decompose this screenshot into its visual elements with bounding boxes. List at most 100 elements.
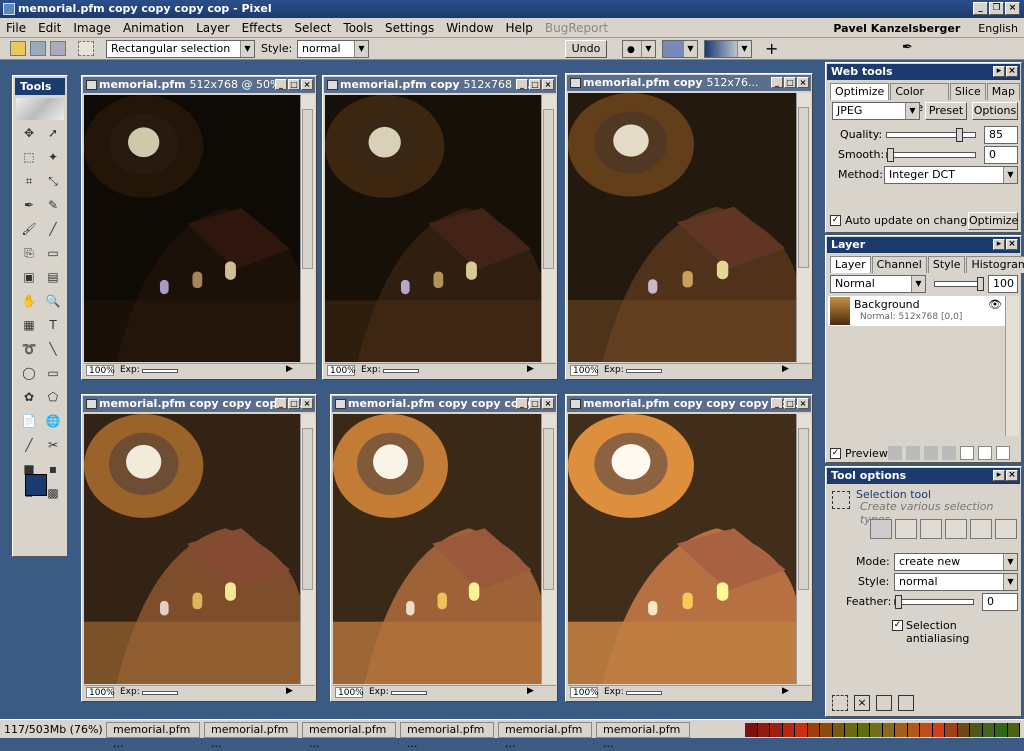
row-select-icon[interactable]	[920, 519, 942, 539]
color-palette[interactable]	[745, 723, 1020, 737]
panel-close-button[interactable]: ×	[1006, 239, 1018, 250]
menu-settings[interactable]: Settings	[379, 21, 440, 35]
opacity-input[interactable]: 100	[988, 275, 1018, 293]
quality-slider[interactable]	[886, 128, 976, 142]
document-window[interactable]: memorial.pfm copy copy copy 5... _ □ ×	[81, 394, 317, 702]
print-icon[interactable]	[50, 41, 66, 56]
scroll-thumb[interactable]	[798, 107, 809, 268]
crop-icon[interactable]: ⌗	[18, 170, 40, 192]
options-button[interactable]: Options	[972, 102, 1018, 120]
scroll-thumb[interactable]	[302, 109, 313, 269]
layer-scrollbar[interactable]	[1005, 296, 1019, 436]
crosshair-icon[interactable]: +	[765, 39, 778, 58]
zoom-field[interactable]: 100%	[86, 365, 115, 376]
close-button[interactable]: ×	[797, 77, 809, 88]
palette-swatch[interactable]	[957, 723, 970, 737]
style-select[interactable]: normal ▼	[894, 573, 1018, 591]
maximize-button[interactable]: □	[529, 79, 541, 90]
minimize-button[interactable]: _	[516, 79, 528, 90]
document-window[interactable]: memorial.pfm 512x768 @ 50% (... _ □ × 10…	[81, 75, 317, 380]
invert-selection-icon[interactable]	[876, 695, 892, 711]
tab-optimize[interactable]: Optimize	[830, 83, 890, 100]
brush-select[interactable]: ● ▼	[622, 40, 656, 58]
bucket-icon[interactable]: ▣	[18, 266, 40, 288]
document-window[interactable]: memorial.pfm copy 512x768 @... _ □ × 100…	[322, 75, 558, 380]
palette-swatch[interactable]	[807, 723, 820, 737]
document-canvas[interactable]	[325, 95, 542, 362]
menu-help[interactable]: Help	[500, 21, 539, 35]
document-canvas[interactable]	[568, 414, 797, 684]
transform-selection-icon[interactable]	[898, 695, 914, 711]
zoom-icon[interactable]: 🔍	[42, 290, 64, 312]
close-button[interactable]: ×	[301, 79, 313, 90]
line-icon[interactable]: ╱	[42, 218, 64, 240]
palette-swatch[interactable]	[932, 723, 945, 737]
tab-slice[interactable]: Slice	[949, 83, 986, 100]
exposure-slider[interactable]	[391, 691, 427, 695]
palette-swatch[interactable]	[757, 723, 770, 737]
taskbar-item[interactable]: memorial.pfm ...	[302, 722, 396, 750]
selection-icon[interactable]	[78, 41, 94, 56]
palette-swatch[interactable]	[857, 723, 870, 737]
clone-icon[interactable]: ⎘	[18, 242, 40, 264]
close-button[interactable]: ×	[542, 398, 554, 409]
polygon-select-icon[interactable]	[995, 519, 1017, 539]
feather-input[interactable]: 0	[982, 593, 1018, 611]
tab-style[interactable]: Style	[927, 256, 966, 273]
tab-histogram[interactable]: Histogram	[966, 256, 1024, 273]
foreground-color-swatch[interactable]	[25, 474, 47, 496]
scroll-right-icon[interactable]: ▶	[527, 364, 534, 374]
method-select[interactable]: Integer DCT ▼	[884, 166, 1018, 184]
document-canvas[interactable]	[84, 414, 301, 684]
maximize-button[interactable]: ❐	[989, 2, 1004, 15]
eyedropper-icon[interactable]: ✒	[18, 194, 40, 216]
minimize-button[interactable]: _	[516, 398, 528, 409]
undo-button[interactable]: Undo	[565, 40, 607, 58]
optimize-button[interactable]: Optimize	[968, 212, 1018, 230]
palette-swatch[interactable]	[920, 723, 933, 737]
menu-image[interactable]: Image	[67, 21, 117, 35]
panel-menu-button[interactable]: ▸	[993, 66, 1005, 77]
scroll-right-icon[interactable]: ▶	[286, 364, 293, 374]
open-icon[interactable]	[10, 41, 26, 56]
opacity-slider[interactable]	[934, 277, 984, 291]
tab-color-table[interactable]: Color table	[890, 83, 949, 114]
smooth-input[interactable]: 0	[984, 146, 1018, 164]
panel-menu-button[interactable]: ▸	[993, 470, 1005, 481]
smudge-icon[interactable]: ✂	[42, 434, 64, 456]
auto-update-checkbox[interactable]: ✓	[830, 215, 841, 226]
tab-channel[interactable]: Channel	[871, 256, 927, 273]
rect-select-icon[interactable]: ⬚	[18, 146, 40, 168]
taskbar-item[interactable]: memorial.pfm ...	[596, 722, 690, 750]
exposure-slider[interactable]	[142, 691, 178, 695]
blend-mode-select[interactable]: Normal ▼	[830, 275, 926, 293]
select-all-icon[interactable]	[832, 695, 848, 711]
new-layer-icon[interactable]	[960, 446, 974, 460]
save-icon[interactable]	[30, 41, 46, 56]
deselect-icon[interactable]: ×	[854, 695, 870, 711]
scroll-thumb[interactable]	[543, 109, 554, 269]
zoom-field[interactable]: 100%	[570, 365, 599, 376]
opacity-slider-knob[interactable]	[977, 277, 984, 291]
pattern-select[interactable]: ▼	[662, 40, 698, 58]
format-select[interactable]: JPEG ▼	[832, 102, 920, 120]
close-button[interactable]: ×	[301, 398, 313, 409]
maximize-button[interactable]: □	[288, 79, 300, 90]
palette-swatch[interactable]	[1007, 723, 1020, 737]
minimize-button[interactable]: _	[771, 77, 783, 88]
zoom-field[interactable]: 100%	[86, 687, 115, 698]
scroll-thumb[interactable]	[302, 428, 313, 590]
menu-select[interactable]: Select	[288, 21, 337, 35]
preset-button[interactable]: Preset	[925, 102, 967, 120]
menu-animation[interactable]: Animation	[117, 21, 190, 35]
magic-wand-icon[interactable]: ✦	[42, 146, 64, 168]
maximize-button[interactable]: □	[529, 398, 541, 409]
shape-icon[interactable]: ✿	[18, 386, 40, 408]
duplicate-layer-icon[interactable]	[978, 446, 992, 460]
maximize-button[interactable]: □	[784, 398, 796, 409]
scroll-thumb[interactable]	[798, 428, 809, 590]
quality-slider-knob[interactable]	[956, 128, 963, 142]
taskbar-item[interactable]: memorial.pfm ...	[400, 722, 494, 750]
gradient-icon[interactable]: ▦	[18, 314, 40, 336]
exposure-slider[interactable]	[383, 369, 419, 373]
